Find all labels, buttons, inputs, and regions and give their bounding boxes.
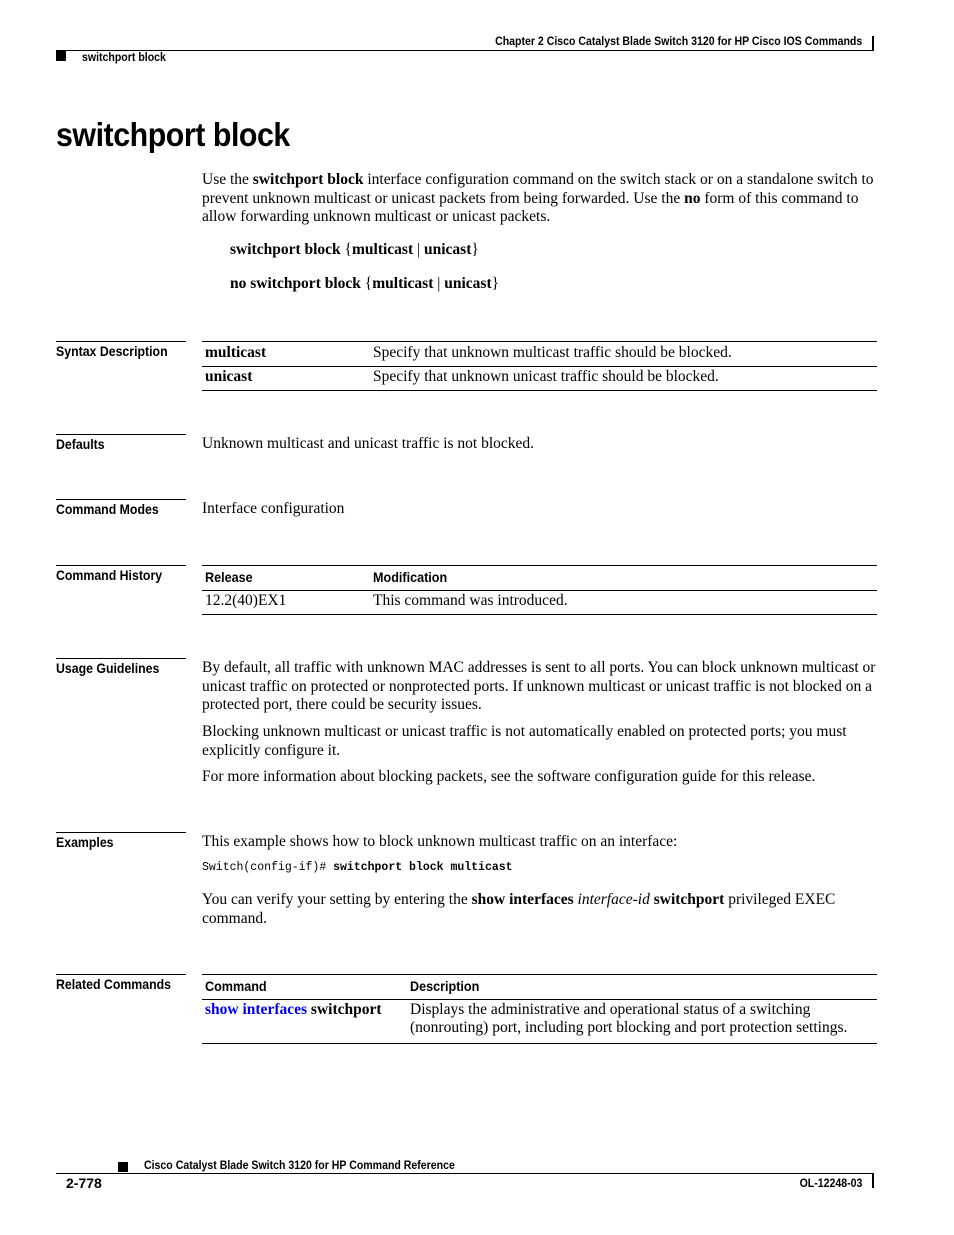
section-label-syntax-description: Syntax Description xyxy=(56,341,186,359)
release-cell: 12.2(40)EX1 xyxy=(202,590,370,615)
examples-intro: This example shows how to block unknown … xyxy=(202,833,678,850)
cli-command: switchport block multicast xyxy=(333,861,513,874)
syntax-arg: unicast xyxy=(424,241,472,258)
section-label-examples: Examples xyxy=(56,832,186,850)
footer-marker-square xyxy=(118,1162,128,1172)
column-header-command: Command xyxy=(205,978,267,994)
section-label-command-history: Command History xyxy=(56,565,186,583)
usage-paragraph: For more information about blocking pack… xyxy=(202,768,816,785)
syntax-brace: } xyxy=(491,275,500,292)
verify-text: You can verify your setting by entering … xyxy=(202,891,472,908)
command-history-table: Release Modification 12.2(40)EX1 This co… xyxy=(202,565,877,615)
description-cell: Specify that unknown multicast traffic s… xyxy=(370,341,877,367)
syntax-line: switchport block {multicast | unicast} xyxy=(230,241,479,259)
syntax-line-no-form: no switchport block {multicast | unicast… xyxy=(230,275,499,293)
intro-no-keyword: no xyxy=(684,189,701,207)
cli-prompt: Switch(config-if)# xyxy=(202,861,334,874)
verify-command: show interfaces xyxy=(471,891,574,908)
verify-argument: interface-id xyxy=(573,891,654,908)
syntax-arg: multicast xyxy=(372,275,434,292)
intro-command-keyword: switchport block xyxy=(252,171,364,188)
table-row: show interfaces switchport Displays the … xyxy=(202,999,877,1044)
syntax-separator: | xyxy=(433,275,445,292)
syntax-command: switchport block xyxy=(230,241,341,258)
footer-rule-vertical xyxy=(872,1174,874,1188)
table-row: 12.2(40)EX1 This command was introduced. xyxy=(202,590,877,615)
section-label-defaults: Defaults xyxy=(56,434,186,452)
related-commands-table: Command Description show interfaces swit… xyxy=(202,974,877,1044)
table-row: multicast Specify that unknown multicast… xyxy=(202,341,877,367)
footer-book-title: Cisco Catalyst Blade Switch 3120 for HP … xyxy=(144,1158,455,1172)
command-modes-text: Interface configuration xyxy=(202,500,345,517)
section-label-command-modes: Command Modes xyxy=(56,499,186,517)
header-marker-square xyxy=(56,51,66,61)
table-header-row: Release Modification xyxy=(202,565,877,591)
modification-cell: This command was introduced. xyxy=(370,590,877,615)
page-title: switchport block xyxy=(56,116,290,153)
footer-rule xyxy=(56,1173,874,1174)
verify-paragraph: You can verify your setting by entering … xyxy=(202,891,882,928)
syntax-arg: unicast xyxy=(444,275,492,292)
page-number: 2-778 xyxy=(66,1175,102,1191)
show-interfaces-link[interactable]: show interfaces xyxy=(205,1001,307,1018)
header-rule xyxy=(56,50,874,51)
section-label-usage-guidelines: Usage Guidelines xyxy=(56,658,186,676)
syntax-brace: { xyxy=(340,241,352,258)
column-header-release: Release xyxy=(205,569,253,585)
syntax-command: no switchport block xyxy=(230,275,361,292)
description-cell: Displays the administrative and operatio… xyxy=(407,999,877,1044)
verify-keyword: switchport xyxy=(653,891,725,908)
syntax-arg: multicast xyxy=(352,241,414,258)
table-row: unicast Specify that unknown unicast tra… xyxy=(202,366,877,391)
column-header-description: Description xyxy=(410,978,480,994)
command-keyword: switchport xyxy=(307,1001,382,1018)
syntax-brace: } xyxy=(471,241,479,258)
header-rule-vertical xyxy=(872,36,874,50)
table-header-row: Command Description xyxy=(202,974,877,1000)
running-header-chapter: Chapter 2 Cisco Catalyst Blade Switch 31… xyxy=(494,34,862,48)
section-label-related-commands: Related Commands xyxy=(56,974,186,992)
keyword-cell: unicast xyxy=(205,368,253,385)
defaults-text: Unknown multicast and unicast traffic is… xyxy=(202,435,535,452)
intro-paragraph: Use the switchport block interface confi… xyxy=(202,171,882,227)
usage-paragraph: By default, all traffic with unknown MAC… xyxy=(202,659,876,713)
column-header-modification: Modification xyxy=(373,569,448,585)
syntax-separator: | xyxy=(413,241,424,258)
intro-text: Use the xyxy=(202,171,253,188)
usage-paragraph: Blocking unknown multicast or unicast tr… xyxy=(202,723,847,759)
syntax-brace: { xyxy=(360,275,373,292)
code-example: Switch(config-if)# switchport block mult… xyxy=(202,861,513,874)
description-cell: Specify that unknown unicast traffic sho… xyxy=(370,366,877,391)
document-number: OL-12248-03 xyxy=(799,1176,862,1190)
keyword-cell: multicast xyxy=(205,344,267,361)
syntax-description-table: multicast Specify that unknown multicast… xyxy=(202,341,877,391)
running-header-section: switchport block xyxy=(82,50,166,64)
